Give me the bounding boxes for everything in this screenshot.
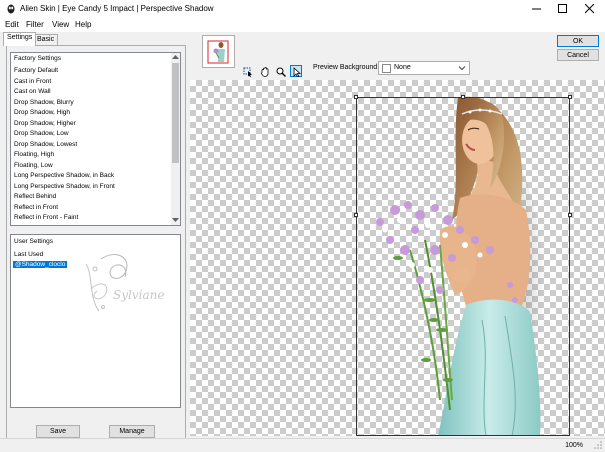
status-bar: 100% xyxy=(0,438,605,452)
alien-skin-icon xyxy=(7,4,15,14)
list-item[interactable]: Floating, Low xyxy=(14,162,53,169)
menu-bar: Edit Filter View Help xyxy=(0,18,605,32)
select-tool-icon xyxy=(293,67,302,77)
list-item[interactable]: Floating, High xyxy=(14,151,54,158)
list-item[interactable]: Drop Shadow, Blurry xyxy=(14,99,74,106)
list-item[interactable]: Long Perspective Shadow, in Back xyxy=(14,172,114,179)
list-item[interactable]: Drop Shadow, Low xyxy=(14,130,69,137)
zoom-tool[interactable] xyxy=(274,65,286,77)
window-title: Alien Skin | Eye Candy 5 Impact | Perspe… xyxy=(20,4,214,13)
cancel-button[interactable]: Cancel xyxy=(557,49,599,61)
list-header: User Settings xyxy=(14,238,54,245)
handle-top-left[interactable] xyxy=(354,95,358,99)
settings-panel: Factory Settings Factory Default Cast in… xyxy=(6,45,186,440)
list-item[interactable]: Last Used xyxy=(14,251,43,258)
scrollbar-thumb[interactable] xyxy=(172,63,179,163)
minimize-icon xyxy=(532,8,541,10)
manage-button[interactable]: Manage xyxy=(109,425,155,438)
preview-background-value: None xyxy=(394,64,411,71)
list-item[interactable]: Drop Shadow, High xyxy=(14,109,70,116)
close-button[interactable] xyxy=(577,0,603,18)
handle-top-center[interactable] xyxy=(461,95,465,99)
scroll-down-arrow-icon[interactable] xyxy=(172,218,179,223)
maximize-icon xyxy=(558,4,567,13)
user-settings-list[interactable]: User Settings Last Used @Shadow_cloclo S… xyxy=(10,234,181,408)
list-item-selected[interactable]: @Shadow_cloclo xyxy=(13,261,68,268)
handle-middle-left[interactable] xyxy=(354,213,358,217)
list-header: Factory Settings xyxy=(14,55,61,62)
list-item[interactable]: Reflect in Front - Faint xyxy=(14,214,78,221)
list-item[interactable]: Drop Shadow, Higher xyxy=(14,120,76,127)
navigator-thumbnail xyxy=(203,36,234,67)
preview-navigator[interactable] xyxy=(202,35,235,68)
zoom-tool-icon xyxy=(276,67,286,77)
bounding-box-tool-icon xyxy=(243,67,252,77)
ok-button[interactable]: OK xyxy=(557,35,599,47)
hand-tool-icon xyxy=(261,67,269,77)
zoom-level: 100% xyxy=(565,442,583,449)
bounding-box-tool[interactable] xyxy=(241,65,253,77)
minimize-button[interactable] xyxy=(524,0,550,18)
factory-list-scrollbar[interactable] xyxy=(171,53,180,225)
hand-tool[interactable] xyxy=(258,65,270,77)
preview-background-select[interactable]: None xyxy=(378,61,470,75)
menu-view[interactable]: View xyxy=(52,20,69,29)
sylviane-watermark-logo: Sylviane xyxy=(85,254,164,312)
list-item[interactable]: Drop Shadow, Lowest xyxy=(14,141,77,148)
tab-settings[interactable]: Settings xyxy=(3,32,37,46)
list-item[interactable]: Cast on Wall xyxy=(14,88,51,95)
bounding-box[interactable] xyxy=(354,95,572,436)
factory-settings-list[interactable]: Factory Settings Factory Default Cast in… xyxy=(10,52,181,226)
handle-top-right[interactable] xyxy=(568,95,572,99)
scroll-up-arrow-icon[interactable] xyxy=(172,55,179,60)
list-item[interactable]: Factory Default xyxy=(14,67,58,74)
select-tool[interactable] xyxy=(290,65,302,77)
resize-grip-icon[interactable] xyxy=(594,441,603,450)
list-item[interactable]: Long Perspective Shadow, in Front xyxy=(14,183,115,190)
preview-background-label: Preview Background: xyxy=(313,64,380,71)
handle-middle-right[interactable] xyxy=(568,213,572,217)
close-icon xyxy=(585,4,595,14)
list-item[interactable]: Reflect in Front xyxy=(14,204,58,211)
menu-help[interactable]: Help xyxy=(75,20,91,29)
list-item[interactable]: Cast in Front xyxy=(14,78,51,85)
save-button[interactable]: Save xyxy=(36,425,80,438)
chevron-down-icon xyxy=(458,66,466,71)
maximize-button[interactable] xyxy=(550,0,576,18)
title-bar: Alien Skin | Eye Candy 5 Impact | Perspe… xyxy=(0,0,605,18)
menu-filter[interactable]: Filter xyxy=(26,20,44,29)
background-swatch xyxy=(382,64,391,73)
watermark-text: Sylviane xyxy=(113,288,164,302)
preview-canvas[interactable] xyxy=(190,80,605,436)
menu-edit[interactable]: Edit xyxy=(5,20,19,29)
list-item[interactable]: Reflect Behind xyxy=(14,193,56,200)
